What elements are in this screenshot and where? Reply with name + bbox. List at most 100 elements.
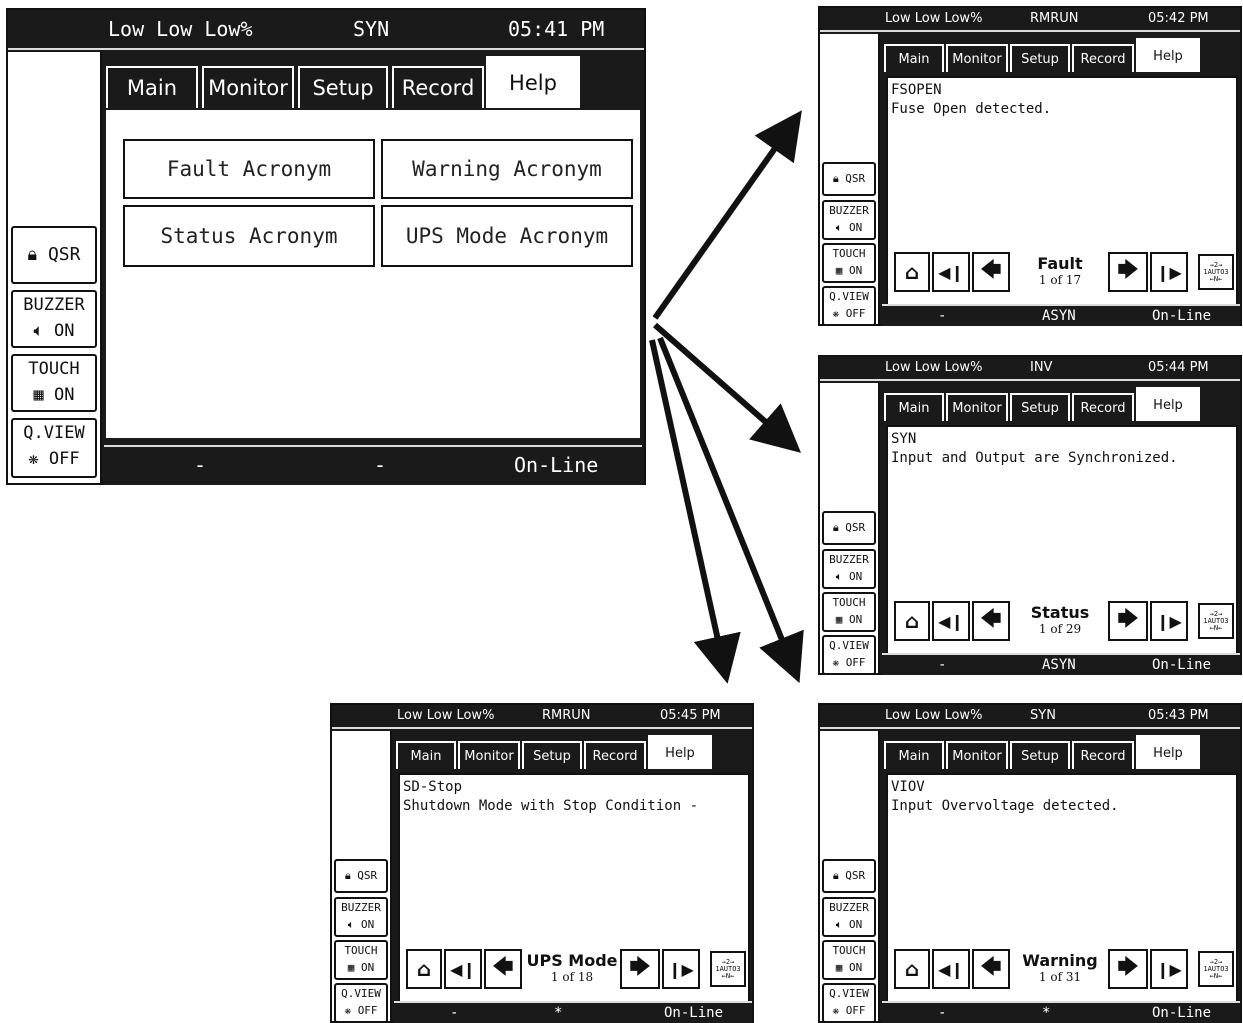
prev-button[interactable]: 🡄 bbox=[972, 252, 1010, 292]
page-indicator: Status 1 of 29 bbox=[1012, 603, 1108, 636]
status-bar: - * On-Line bbox=[394, 1001, 752, 1023]
clock-text: 05:42 PM bbox=[1148, 11, 1209, 26]
qview-button[interactable]: Q.VIEW ❋ OFF bbox=[11, 418, 97, 478]
tab-record[interactable]: Record bbox=[392, 66, 484, 108]
tab-help[interactable]: Help bbox=[1136, 735, 1200, 769]
qview-button[interactable]: Q.VIEW ❋ OFF bbox=[334, 983, 388, 1023]
buzzer-state: ON bbox=[848, 570, 863, 583]
prev-button[interactable]: 🡄 bbox=[484, 949, 522, 989]
tab-monitor[interactable]: Monitor bbox=[946, 44, 1008, 72]
touch-button[interactable]: TOUCH ▦ ON bbox=[334, 940, 388, 980]
buzzer-button[interactable]: BUZZER 🔈︎ ON bbox=[334, 897, 388, 937]
ups-mode-acronym-button[interactable]: UPS Mode Acronym bbox=[381, 205, 633, 267]
lock-icon: 🔒︎ bbox=[344, 869, 351, 882]
qsr-button[interactable]: 🔒︎ QSR bbox=[822, 162, 876, 196]
touch-button[interactable]: TOUCH ▦ ON bbox=[822, 243, 876, 283]
touch-state: ON bbox=[849, 264, 863, 277]
tab-help[interactable]: Help bbox=[1136, 387, 1200, 421]
help-text: SD-Stop Shutdown Mode with Stop Conditio… bbox=[403, 778, 698, 816]
auto-scroll-button[interactable]: →2→ 1AUTO3 ←N← bbox=[1198, 603, 1234, 639]
battery-level-text: Low Low Low% bbox=[108, 17, 253, 41]
auto-scroll-button[interactable]: →2→ 1AUTO3 ←N← bbox=[1198, 951, 1234, 987]
tab-setup[interactable]: Setup bbox=[1010, 741, 1070, 769]
tab-help[interactable]: Help bbox=[1136, 38, 1200, 72]
tab-main[interactable]: Main bbox=[106, 66, 198, 108]
home-button[interactable]: ⌂ bbox=[406, 949, 442, 989]
title-bar: Low Low Low% INV 05:44 PM bbox=[820, 357, 1240, 381]
buzzer-button[interactable]: BUZZER 🔈︎ ON bbox=[822, 549, 876, 589]
status-field-3: On-Line bbox=[1152, 657, 1212, 673]
fast-forward-icon: ❙▶ bbox=[1156, 959, 1182, 979]
tab-setup[interactable]: Setup bbox=[522, 741, 582, 769]
qview-button[interactable]: Q.VIEW ❋ OFF bbox=[822, 635, 876, 675]
arrow-left-icon: 🡄 bbox=[980, 257, 1002, 281]
qview-button[interactable]: Q.VIEW ❋ OFF bbox=[822, 286, 876, 326]
speaker-icon: 🔈︎ bbox=[835, 570, 843, 583]
auto-scroll-button[interactable]: →2→ 1AUTO3 ←N← bbox=[710, 951, 746, 987]
battery-level-text: Low Low Low% bbox=[885, 708, 983, 723]
acronym-description: Fuse Open detected. bbox=[891, 100, 1052, 117]
auto-label: AUTO bbox=[1207, 267, 1225, 276]
lock-icon: 🔒︎ bbox=[832, 172, 839, 185]
fault-acronym-button[interactable]: Fault Acronym bbox=[123, 139, 375, 199]
next-button[interactable]: 🡆 bbox=[620, 949, 660, 989]
last-button[interactable]: ❙▶ bbox=[1150, 252, 1188, 292]
buzzer-button[interactable]: BUZZER 🔈︎ ON bbox=[11, 290, 97, 348]
tab-main[interactable]: Main bbox=[884, 44, 944, 72]
touch-button[interactable]: TOUCH ▦ ON bbox=[11, 354, 97, 412]
page-counter: 1 of 17 bbox=[1038, 273, 1082, 287]
status-field-2: ASYN bbox=[1042, 657, 1076, 673]
tab-main[interactable]: Main bbox=[884, 741, 944, 769]
tab-setup[interactable]: Setup bbox=[1010, 44, 1070, 72]
buzzer-button[interactable]: BUZZER 🔈︎ ON bbox=[822, 897, 876, 937]
first-button[interactable]: ◀❙ bbox=[932, 601, 970, 641]
tab-record[interactable]: Record bbox=[584, 741, 646, 769]
tab-monitor[interactable]: Monitor bbox=[946, 393, 1008, 421]
qsr-button[interactable]: 🔒︎ QSR bbox=[822, 511, 876, 545]
auto-scroll-button[interactable]: →2→ 1AUTO3 ←N← bbox=[1198, 254, 1234, 290]
next-button[interactable]: 🡆 bbox=[1108, 949, 1148, 989]
tab-help[interactable]: Help bbox=[648, 735, 712, 769]
home-icon: ⌂ bbox=[904, 260, 920, 284]
acronym-description: Input and Output are Synchronized. bbox=[891, 449, 1178, 466]
qsr-button[interactable]: 🔒︎ QSR bbox=[11, 226, 97, 284]
qsr-button[interactable]: 🔒︎ QSR bbox=[822, 859, 876, 893]
tab-setup[interactable]: Setup bbox=[298, 66, 388, 108]
tab-bar: Main Monitor Setup Record Help bbox=[104, 52, 644, 108]
tab-record[interactable]: Record bbox=[1072, 741, 1134, 769]
first-button[interactable]: ◀❙ bbox=[932, 949, 970, 989]
help-content-area: Fault Acronym Warning Acronym Status Acr… bbox=[106, 110, 640, 438]
touch-button[interactable]: TOUCH ▦ ON bbox=[822, 940, 876, 980]
first-button[interactable]: ◀❙ bbox=[932, 252, 970, 292]
tab-monitor[interactable]: Monitor bbox=[946, 741, 1008, 769]
tab-setup[interactable]: Setup bbox=[1010, 393, 1070, 421]
prev-button[interactable]: 🡄 bbox=[972, 949, 1010, 989]
last-button[interactable]: ❙▶ bbox=[662, 949, 700, 989]
home-button[interactable]: ⌂ bbox=[894, 252, 930, 292]
prev-button[interactable]: 🡄 bbox=[972, 601, 1010, 641]
warning-acronym-button[interactable]: Warning Acronym bbox=[381, 139, 633, 199]
home-button[interactable]: ⌂ bbox=[894, 601, 930, 641]
buzzer-button[interactable]: BUZZER 🔈︎ ON bbox=[822, 200, 876, 240]
ups-mode-text: SYN bbox=[353, 17, 390, 41]
status-acronym-button[interactable]: Status Acronym bbox=[123, 205, 375, 267]
qview-button[interactable]: Q.VIEW ❋ OFF bbox=[822, 983, 876, 1023]
status-field-2: ASYN bbox=[1042, 308, 1076, 324]
category-label: UPS Mode bbox=[526, 951, 618, 970]
tab-record[interactable]: Record bbox=[1072, 393, 1134, 421]
tab-monitor[interactable]: Monitor bbox=[458, 741, 520, 769]
next-button[interactable]: 🡆 bbox=[1108, 252, 1148, 292]
qsr-button[interactable]: 🔒︎ QSR bbox=[334, 859, 388, 893]
home-button[interactable]: ⌂ bbox=[894, 949, 930, 989]
status-field-1: - bbox=[938, 1005, 947, 1021]
tab-record[interactable]: Record bbox=[1072, 44, 1134, 72]
first-button[interactable]: ◀❙ bbox=[444, 949, 482, 989]
tab-monitor[interactable]: Monitor bbox=[202, 66, 294, 108]
tab-main[interactable]: Main bbox=[884, 393, 944, 421]
touch-button[interactable]: TOUCH ▦ ON bbox=[822, 592, 876, 632]
last-button[interactable]: ❙▶ bbox=[1150, 601, 1188, 641]
next-button[interactable]: 🡆 bbox=[1108, 601, 1148, 641]
last-button[interactable]: ❙▶ bbox=[1150, 949, 1188, 989]
tab-main[interactable]: Main bbox=[396, 741, 456, 769]
tab-help[interactable]: Help bbox=[486, 56, 580, 108]
